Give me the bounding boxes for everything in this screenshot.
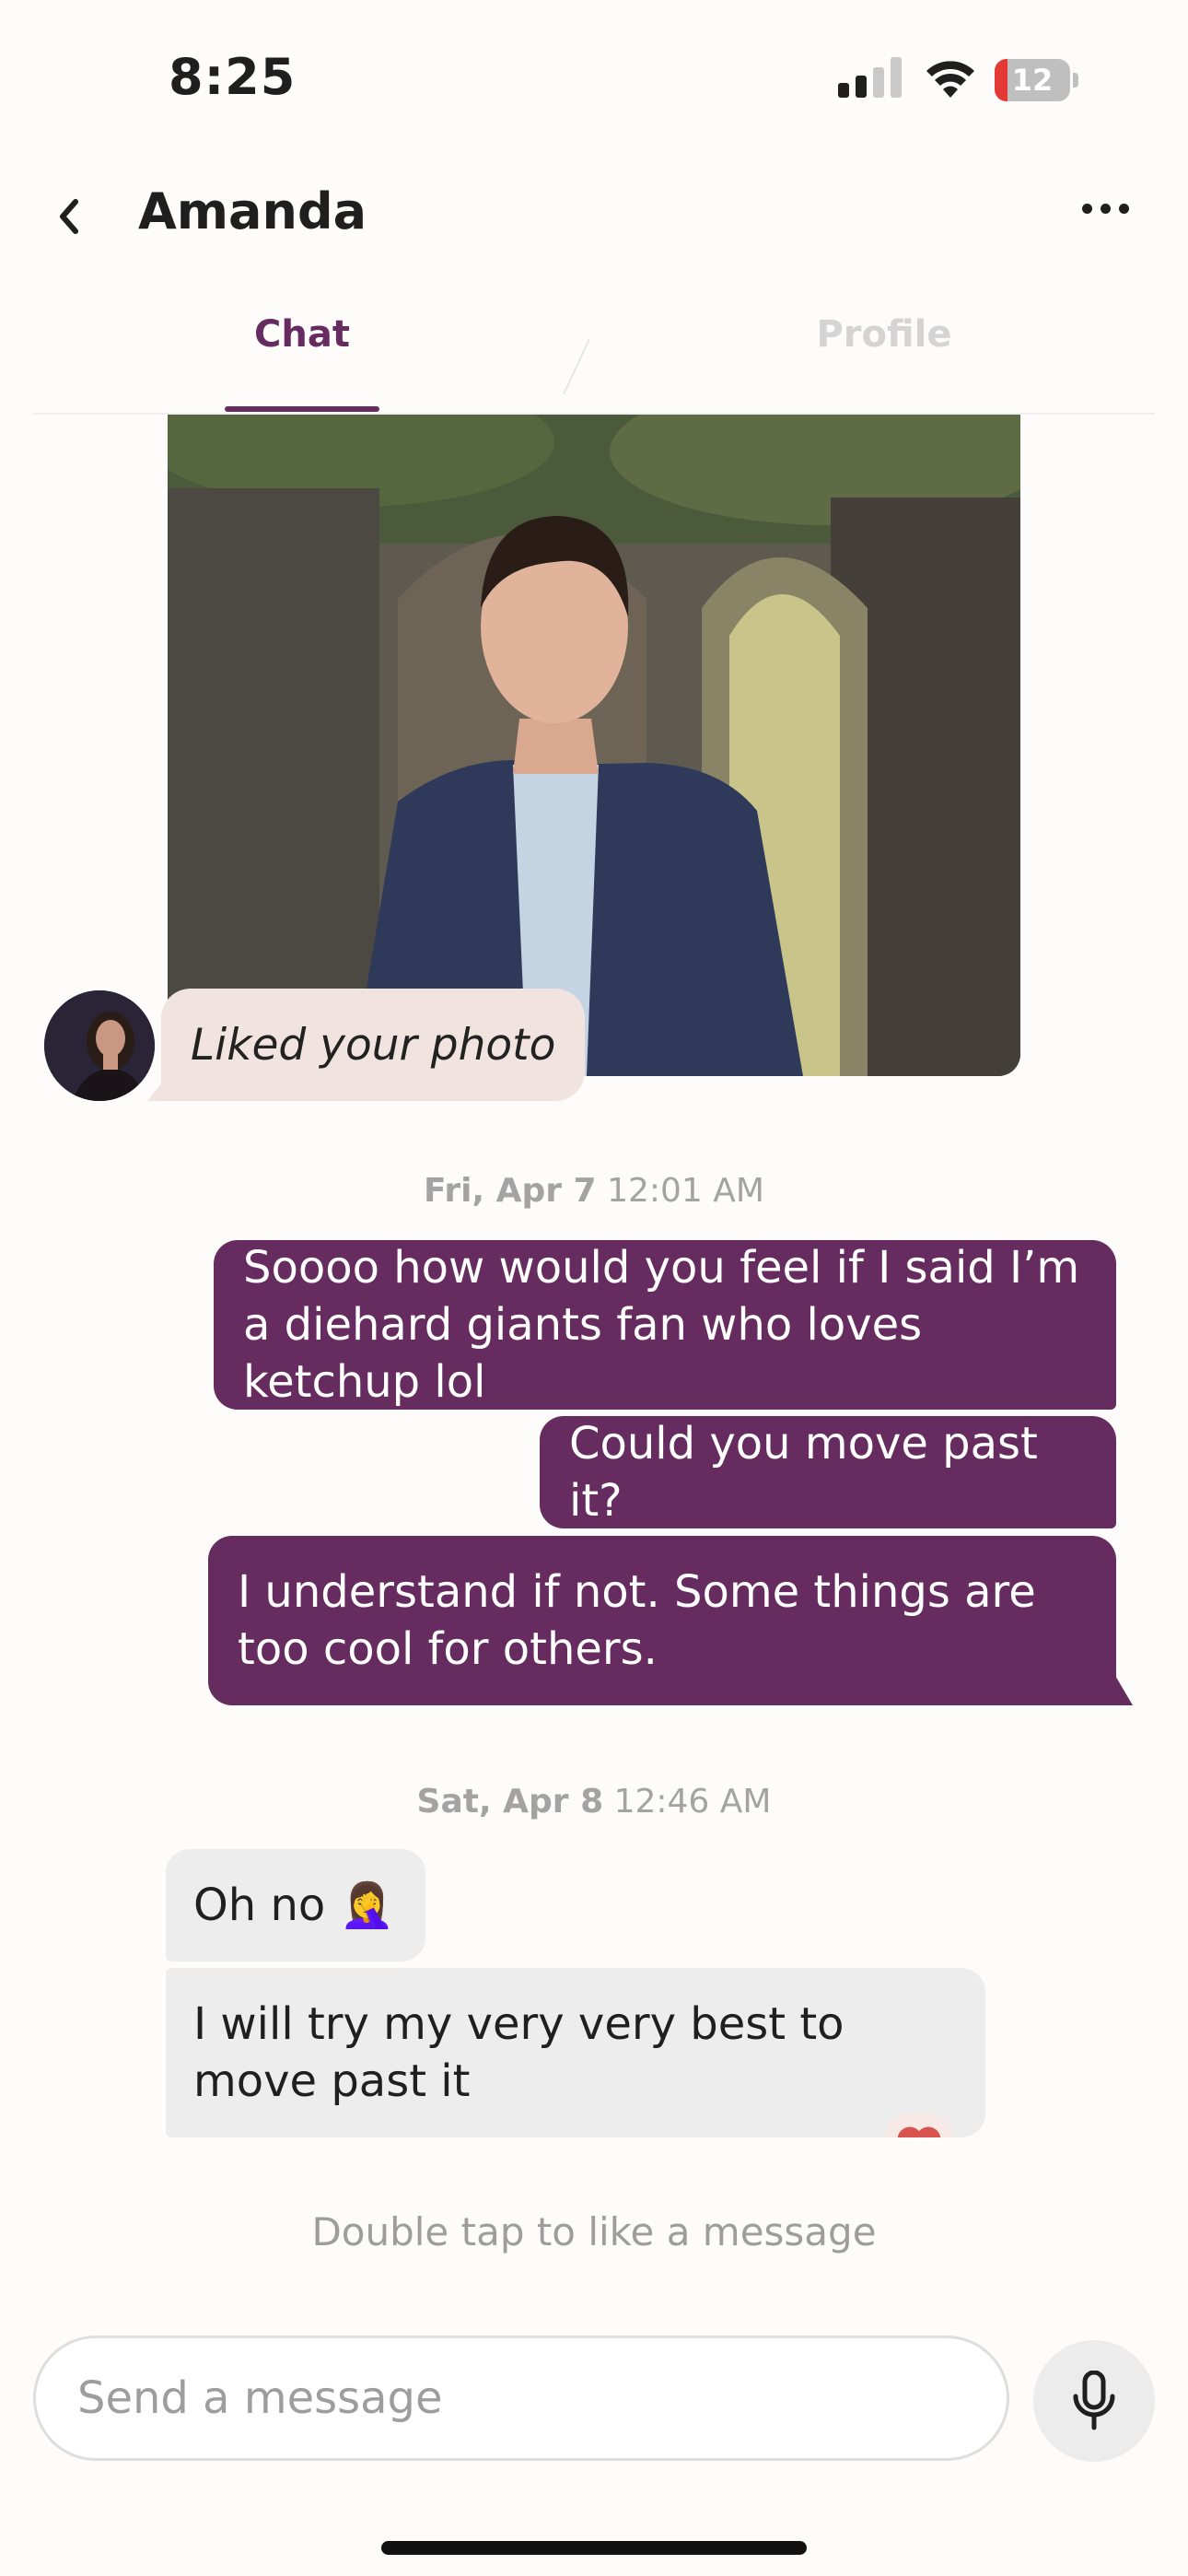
liked-photo-bubble[interactable]: Liked your photo bbox=[161, 989, 586, 1101]
back-icon bbox=[60, 199, 78, 234]
liked-photo[interactable] bbox=[168, 415, 1020, 1076]
outgoing-message[interactable]: I understand if not. Some things are too… bbox=[208, 1536, 1116, 1705]
voice-message-button[interactable] bbox=[1033, 2340, 1155, 2462]
date-time: 12:46 AM bbox=[613, 1783, 772, 1821]
tab-chat[interactable]: Chat bbox=[226, 313, 379, 356]
battery-level: 12 bbox=[1011, 63, 1054, 98]
date-day: Fri, Apr 7 bbox=[424, 1172, 597, 1210]
battery-icon: 12 bbox=[995, 59, 1079, 101]
date-time: 12:01 AM bbox=[607, 1172, 764, 1210]
date-label-2: Sat, Apr 8 12:46 AM bbox=[0, 1783, 1188, 1821]
status-time: 8:25 bbox=[169, 48, 297, 106]
signal-icon bbox=[838, 57, 904, 98]
more-button[interactable] bbox=[1068, 181, 1142, 236]
microphone-icon bbox=[1073, 2371, 1115, 2430]
home-indicator[interactable] bbox=[381, 2541, 807, 2555]
tab-profile[interactable]: Profile bbox=[792, 313, 976, 356]
date-day: Sat, Apr 8 bbox=[416, 1783, 604, 1821]
date-label-1: Fri, Apr 7 12:01 AM bbox=[0, 1172, 1188, 1210]
incoming-message[interactable]: Oh no 🤦‍♀️ bbox=[166, 1849, 425, 1961]
scroll-fade bbox=[0, 2137, 1188, 2193]
like-hint: Double tap to like a message bbox=[311, 2209, 877, 2254]
tab-divider bbox=[563, 338, 590, 395]
message-input[interactable] bbox=[33, 2336, 1009, 2461]
outgoing-message[interactable]: Soooo how would you feel if I said I’m a… bbox=[214, 1240, 1116, 1410]
outgoing-message[interactable]: Could you move past it? bbox=[540, 1416, 1116, 1528]
tab-active-indicator bbox=[225, 406, 379, 412]
incoming-message[interactable]: I will try my very very best to move pas… bbox=[166, 1968, 985, 2137]
back-button[interactable] bbox=[37, 184, 101, 249]
avatar[interactable] bbox=[44, 990, 155, 1101]
wifi-icon bbox=[925, 55, 976, 98]
more-icon bbox=[1081, 203, 1129, 214]
page-title: Amanda bbox=[138, 182, 367, 240]
